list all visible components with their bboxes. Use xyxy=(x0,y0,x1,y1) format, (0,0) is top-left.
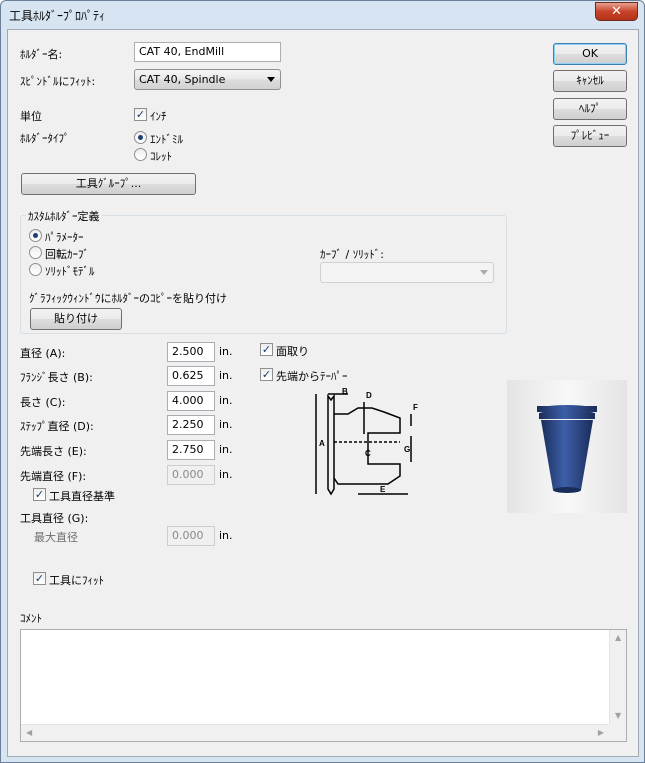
tip-length-e-label: 先端長さ (E): xyxy=(20,445,87,458)
holder-dimension-diagram: A B C D E F G xyxy=(315,387,418,496)
ok-button[interactable]: OK xyxy=(553,43,627,65)
dialog-client: ﾎﾙﾀﾞｰ名: CAT 40, EndMill ｽﾋﾟﾝﾄﾞﾙにﾌｨｯﾄ: CA… xyxy=(7,29,639,757)
paste-button[interactable]: 貼り付け xyxy=(30,308,122,330)
unit-in-label: in. xyxy=(219,345,233,358)
revolve-curve-label: 回転ｶｰﾌﾞ xyxy=(45,248,89,261)
curve-solid-label: ｶｰﾌﾞ / ｿﾘｯﾄﾞ: xyxy=(320,248,384,261)
diameter-a-input[interactable]: 2.500 xyxy=(167,342,215,362)
scroll-right-icon[interactable]: ▶ xyxy=(598,729,604,737)
max-diameter-input[interactable]: 0.000 xyxy=(167,526,215,546)
holder-name-label: ﾎﾙﾀﾞｰ名: xyxy=(20,48,63,61)
help-button[interactable]: ﾍﾙﾌﾟ xyxy=(553,98,627,120)
diagram-label-e: E xyxy=(380,485,386,494)
parameter-radio[interactable] xyxy=(29,229,42,242)
holder-3d-preview xyxy=(507,380,627,513)
chamfer-label: 面取り xyxy=(276,345,309,358)
scroll-corner xyxy=(609,724,626,741)
holder-3d-image xyxy=(537,405,597,493)
tool-diameter-basis-label: 工具直径基準 xyxy=(49,490,115,503)
holder-body-outline xyxy=(333,407,401,485)
endmill-radio[interactable] xyxy=(134,131,147,144)
unit-in-label: in. xyxy=(219,468,233,481)
collet-radio[interactable] xyxy=(134,148,147,161)
inch-label: ｲﾝﾁ xyxy=(150,110,167,123)
collet-label: ｺﾚｯﾄ xyxy=(150,150,172,163)
taper-from-tip-checkbox[interactable]: ✓ xyxy=(260,368,273,381)
fit-to-tool-checkbox[interactable]: ✓ xyxy=(33,572,46,585)
comment-textarea[interactable]: ▲ ▼ ◀ ▶ xyxy=(20,629,627,742)
diagram-label-f: F xyxy=(413,403,418,412)
diagram-label-d: D xyxy=(366,391,372,400)
close-button[interactable]: ✕ xyxy=(595,2,638,21)
comment-vertical-scrollbar[interactable]: ▲ ▼ xyxy=(609,630,626,724)
flange-length-b-label: ﾌﾗﾝｼﾞ長さ (B): xyxy=(20,371,93,384)
endmill-label: ｴﾝﾄﾞﾐﾙ xyxy=(150,133,183,146)
spindle-fit-value: CAT 40, Spindle xyxy=(139,73,226,86)
revolve-curve-radio[interactable] xyxy=(29,246,42,259)
tool-diameter-g-label: 工具直径 (G): xyxy=(20,512,89,525)
diameter-a-label: 直径 (A): xyxy=(20,347,66,360)
diagram-label-g: G xyxy=(404,445,410,454)
step-diameter-d-input[interactable]: 2.250 xyxy=(167,415,215,435)
length-c-label: 長さ (C): xyxy=(20,396,66,409)
preview-button[interactable]: ﾌﾟﾚﾋﾞｭｰ xyxy=(553,125,627,147)
scroll-up-icon[interactable]: ▲ xyxy=(615,634,621,642)
tip-diameter-f-label: 先端直径 (F): xyxy=(20,470,87,483)
scroll-left-icon[interactable]: ◀ xyxy=(26,729,32,737)
diagram-label-b: B xyxy=(342,387,348,396)
scroll-down-icon[interactable]: ▼ xyxy=(615,712,621,720)
paste-hint: ｸﾞﾗﾌｨｯｸｳｨﾝﾄﾞｳにﾎﾙﾀﾞｰのｺﾋﾟｰを貼り付け xyxy=(29,292,227,305)
tool-diameter-basis-checkbox[interactable]: ✓ xyxy=(33,488,46,501)
title-bar[interactable]: 工具ﾎﾙﾀﾞｰﾌﾟﾛﾊﾟﾃｨ ✕ xyxy=(1,1,644,27)
unit-in-label: in. xyxy=(219,529,233,542)
parameter-label: ﾊﾟﾗﾒｰﾀｰ xyxy=(45,231,84,244)
unit-in-label: in. xyxy=(219,394,233,407)
tool-group-button[interactable]: 工具ｸﾞﾙｰﾌﾟ... xyxy=(21,173,196,195)
curve-solid-select[interactable] xyxy=(320,262,494,283)
chamfer-checkbox[interactable]: ✓ xyxy=(260,343,273,356)
unit-label: 単位 xyxy=(20,110,42,123)
solid-model-label: ｿﾘｯﾄﾞﾓﾃﾞﾙ xyxy=(45,265,95,278)
dialog-window: 工具ﾎﾙﾀﾞｰﾌﾟﾛﾊﾟﾃｨ ✕ ﾎﾙﾀﾞｰ名: CAT 40, EndMill… xyxy=(0,0,645,763)
flange-length-b-input[interactable]: 0.625 xyxy=(167,366,215,386)
chevron-down-icon xyxy=(267,77,275,82)
comment-label: ｺﾒﾝﾄ xyxy=(20,612,42,625)
fit-to-tool-label: 工具にﾌｨｯﾄ xyxy=(49,574,104,587)
holder-type-label: ﾎﾙﾀﾞｰﾀｲﾌﾟ xyxy=(20,132,70,145)
window-title: 工具ﾎﾙﾀﾞｰﾌﾟﾛﾊﾟﾃｨ xyxy=(9,9,106,23)
custom-holder-title: ｶｽﾀﾑﾎﾙﾀﾞｰ定義 xyxy=(26,208,102,224)
max-diameter-label: 最大直径 xyxy=(34,531,78,544)
cancel-button[interactable]: ｷｬﾝｾﾙ xyxy=(553,70,627,92)
chevron-down-icon xyxy=(480,270,488,275)
diagram-label-a: A xyxy=(319,439,325,448)
inch-checkbox[interactable]: ✓ xyxy=(134,108,147,121)
holder-name-input[interactable]: CAT 40, EndMill xyxy=(134,42,281,62)
length-c-input[interactable]: 4.000 xyxy=(167,391,215,411)
flange-outline xyxy=(327,393,335,496)
spindle-fit-label: ｽﾋﾟﾝﾄﾞﾙにﾌｨｯﾄ: xyxy=(20,75,96,88)
comment-horizontal-scrollbar[interactable]: ◀ ▶ xyxy=(21,724,609,741)
step-diameter-d-label: ｽﾃｯﾌﾟ直径 (D): xyxy=(20,420,94,433)
unit-in-label: in. xyxy=(219,443,233,456)
unit-in-label: in. xyxy=(219,418,233,431)
solid-model-radio[interactable] xyxy=(29,263,42,276)
unit-in-label: in. xyxy=(219,369,233,382)
tip-length-e-input[interactable]: 2.750 xyxy=(167,440,215,460)
spindle-fit-select[interactable]: CAT 40, Spindle xyxy=(134,69,281,90)
diagram-label-c: C xyxy=(365,449,371,458)
taper-from-tip-label: 先端からﾃｰﾊﾟｰ xyxy=(276,370,348,383)
tip-diameter-f-input[interactable]: 0.000 xyxy=(167,465,215,485)
